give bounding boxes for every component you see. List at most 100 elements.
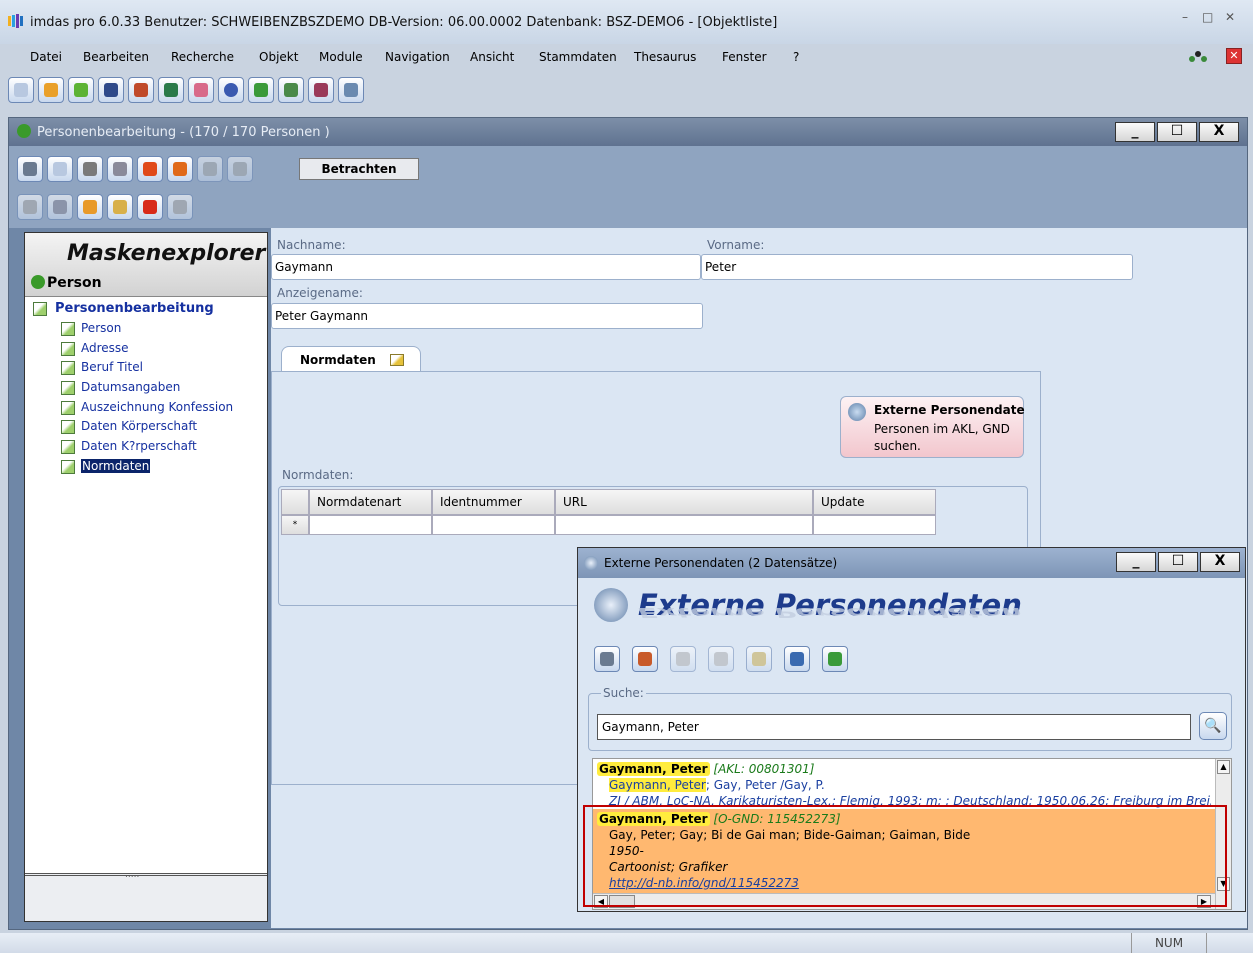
tab-normdaten[interactable]: Normdaten — [281, 346, 421, 372]
grid-cell-normdatenart[interactable] — [309, 515, 432, 535]
delete-button[interactable] — [137, 194, 163, 220]
results-horizontal-scrollbar[interactable]: ◀ ▶ — [593, 893, 1215, 909]
ext-button-description: Personen im AKL, GND suchen. — [874, 422, 1010, 453]
grid-cell-identnummer[interactable] — [432, 515, 555, 535]
tree-item-person[interactable]: Person — [81, 321, 121, 335]
child-maximize-button[interactable]: ☐ — [1157, 122, 1197, 142]
tree-item-datumsangaben[interactable]: Datumsangaben — [81, 380, 180, 394]
splitter-grip[interactable]: ..... — [125, 870, 139, 880]
scroll-left-icon[interactable]: ◀ — [594, 895, 608, 908]
globe-icon — [164, 83, 178, 97]
find-button[interactable] — [47, 156, 73, 182]
menu-navigation[interactable]: Navigation — [385, 50, 450, 64]
menu-recherche[interactable]: Recherche — [171, 50, 234, 64]
next-record-button[interactable] — [197, 156, 223, 182]
clear-button[interactable] — [746, 646, 772, 672]
close-form-button[interactable] — [17, 156, 43, 182]
prev-icon — [173, 162, 187, 176]
tree-root-personenbearbeitung[interactable]: Personenbearbeitung — [55, 301, 214, 316]
tree-item-normdaten[interactable]: Normdaten — [81, 459, 151, 473]
scroll-up-icon[interactable]: ▲ — [1217, 760, 1230, 774]
menu-module[interactable]: Module — [319, 50, 363, 64]
new-record-button[interactable] — [77, 194, 103, 220]
undo-button[interactable] — [167, 194, 193, 220]
app-close-button[interactable]: ✕ — [1225, 10, 1235, 24]
menu-fenster[interactable]: Fenster — [722, 50, 767, 64]
grid-col-update[interactable]: Update — [813, 489, 936, 515]
sync-button[interactable] — [708, 646, 734, 672]
link-person-button[interactable] — [784, 646, 810, 672]
tools-button[interactable] — [188, 77, 214, 103]
tree-item-beruf-titel[interactable]: Beruf Titel — [81, 360, 143, 374]
grid-col-url[interactable]: URL — [555, 489, 813, 515]
prev-record-button[interactable] — [167, 156, 193, 182]
glasses-button[interactable] — [77, 156, 103, 182]
comment-button[interactable] — [670, 646, 696, 672]
result-url-link[interactable]: http://d-nb.info/gnd/115452273 — [597, 875, 1211, 891]
app-maximize-button[interactable]: □ — [1202, 10, 1213, 24]
num-lock-indicator: NUM — [1131, 933, 1207, 953]
print-button[interactable] — [107, 156, 133, 182]
tree-item-adresse[interactable]: Adresse — [81, 341, 129, 355]
app-minimize-button[interactable]: – — [1182, 10, 1188, 24]
spellcheck-button[interactable] — [248, 77, 274, 103]
popup-minimize-button[interactable]: _ — [1116, 552, 1156, 572]
tree-item-daten-koerperschaft[interactable]: Daten Körperschaft — [81, 419, 197, 433]
menu-thesaurus[interactable]: Thesaurus — [634, 50, 696, 64]
popup-close-button[interactable]: X — [1200, 552, 1240, 572]
popup-maximize-button[interactable]: ☐ — [1158, 552, 1198, 572]
edit-button[interactable] — [68, 77, 94, 103]
anzeigename-input[interactable]: Peter Gaymann — [271, 303, 703, 329]
annotate-button[interactable] — [98, 77, 124, 103]
last-record-button[interactable] — [227, 156, 253, 182]
objects-button[interactable] — [38, 77, 64, 103]
help-button[interactable] — [218, 77, 244, 103]
scroll-thumb[interactable] — [609, 895, 635, 908]
child-close-button[interactable]: X — [1199, 122, 1239, 142]
result-item-selected[interactable]: Gaymann, Peter [O-GND: 115452273] Gay, P… — [593, 809, 1215, 893]
normdaten-grid-label: Normdaten: — [282, 468, 354, 482]
persons-button[interactable] — [128, 77, 154, 103]
menu-objekt[interactable]: Objekt — [259, 50, 298, 64]
refresh-button[interactable] — [17, 194, 43, 220]
report-button[interactable] — [308, 77, 334, 103]
result-id: [O-GND: 115452273] — [713, 812, 841, 826]
menu-help[interactable]: ? — [793, 50, 799, 64]
chart-button[interactable] — [822, 646, 848, 672]
results-vertical-scrollbar[interactable]: ▲ ▼ — [1215, 759, 1231, 909]
result-item[interactable]: Gaymann, Peter [AKL: 00801301] Gaymann, … — [593, 759, 1215, 808]
copy-button[interactable] — [107, 194, 133, 220]
maskenexplorer-panel: Maskenexplorer Person Personenbearbeitun… — [24, 232, 268, 922]
mdi-close-icon[interactable]: ✕ — [1226, 48, 1242, 64]
grid-cell-url[interactable] — [555, 515, 813, 535]
tree-item-daten-koerperschaft-2[interactable]: Daten K?rperschaft — [81, 439, 197, 453]
menu-datei[interactable]: Datei — [30, 50, 62, 64]
menu-bearbeiten[interactable]: Bearbeiten — [83, 50, 149, 64]
tree-item-auszeichnung-konfession[interactable]: Auszeichnung Konfession — [81, 400, 233, 414]
grid-cell-update[interactable] — [813, 515, 936, 535]
grid-col-identnummer[interactable]: Identnummer — [432, 489, 555, 515]
menu-ansicht[interactable]: Ansicht — [470, 50, 514, 64]
child-minimize-button[interactable]: _ — [1115, 122, 1155, 142]
globe-button[interactable] — [158, 77, 184, 103]
person-search-icon — [848, 403, 866, 421]
network-icon[interactable] — [1188, 50, 1208, 64]
popup-exit-button[interactable] — [594, 646, 620, 672]
search-input[interactable] — [597, 714, 1191, 740]
scroll-right-icon[interactable]: ▶ — [1197, 895, 1211, 908]
menu-stammdaten[interactable]: Stammdaten — [539, 50, 617, 64]
result-name: Gaymann, Peter — [597, 762, 710, 776]
nachname-input[interactable]: Gaymann — [271, 254, 701, 280]
window-button[interactable] — [338, 77, 364, 103]
search-button[interactable] — [8, 77, 34, 103]
externe-personendaten-button[interactable]: Externe Personendate Personen im AKL, GN… — [840, 396, 1025, 458]
add-person-button[interactable] — [632, 646, 658, 672]
search-submit-button[interactable]: 🔍 — [1199, 712, 1227, 740]
grid-col-normdatenart[interactable]: Normdatenart — [309, 489, 432, 515]
first-record-button[interactable] — [137, 156, 163, 182]
image-button[interactable] — [278, 77, 304, 103]
save-button[interactable] — [47, 194, 73, 220]
vorname-input[interactable]: Peter — [701, 254, 1133, 280]
results-list[interactable]: Gaymann, Peter [AKL: 00801301] Gaymann, … — [592, 758, 1232, 910]
scroll-down-icon[interactable]: ▼ — [1217, 877, 1230, 891]
